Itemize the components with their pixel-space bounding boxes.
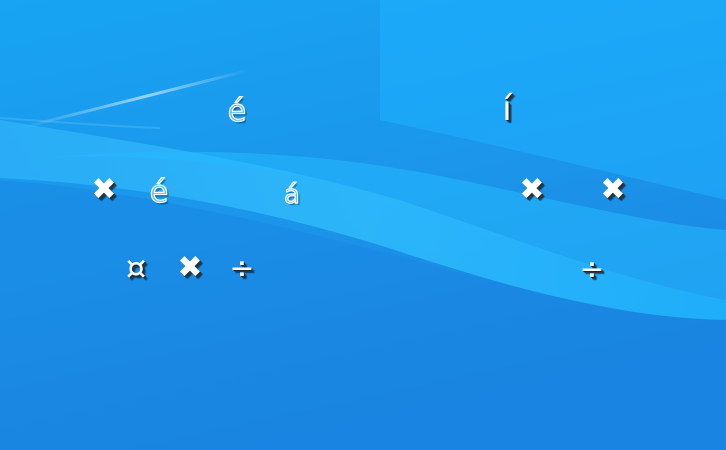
desktop-icon[interactable]: á [272, 175, 312, 215]
close-x-glyph-icon: ✖ [91, 172, 117, 207]
desktop-icon[interactable]: ¤ [116, 248, 156, 288]
e-acute-glyph-icon: é [149, 175, 169, 210]
close-x-glyph-icon: ✖ [519, 172, 545, 207]
close-x-glyph-icon: ✖ [177, 250, 203, 285]
currency-sign-glyph-icon: ¤ [125, 249, 147, 287]
close-x-glyph-icon: ✖ [600, 172, 626, 207]
division-sign-glyph-icon: ÷ [579, 252, 605, 287]
desktop-icon[interactable]: é [139, 173, 179, 213]
desktop-icon[interactable]: í [487, 89, 527, 129]
desktop-icon[interactable]: ✖ [512, 170, 552, 210]
desktop-wallpaper [0, 0, 726, 450]
desktop-icon[interactable]: ✖ [593, 170, 633, 210]
desktop-icon[interactable]: ÷ [222, 249, 262, 289]
desktop-icon[interactable]: é [217, 92, 257, 132]
e-acute-glyph-icon: é [227, 94, 247, 129]
desktop-icon[interactable]: ÷ [572, 250, 612, 290]
desktop-icon[interactable]: ✖ [170, 248, 210, 288]
i-acute-glyph-icon: í [502, 89, 512, 129]
desktop: é í ✖ é á ✖ ✖ ¤ ✖ ÷ ÷ [0, 0, 726, 450]
a-acute-glyph-icon: á [283, 180, 300, 210]
division-sign-glyph-icon: ÷ [229, 251, 255, 286]
desktop-icon[interactable]: ✖ [84, 170, 124, 210]
